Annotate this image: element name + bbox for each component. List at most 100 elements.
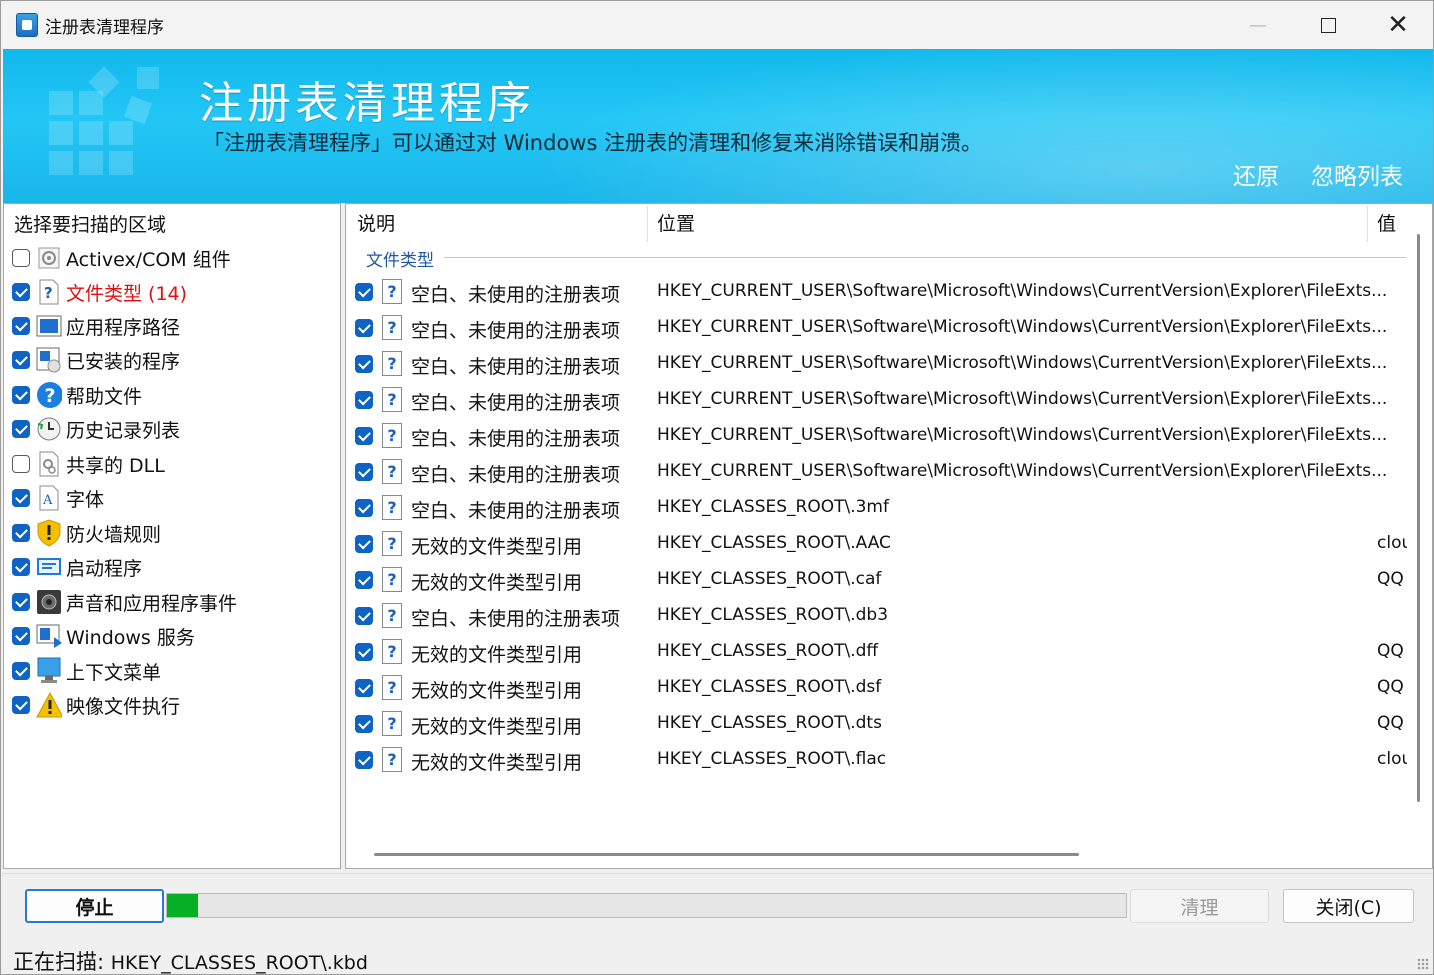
scan-area-firewall[interactable]: 防火墙规则 xyxy=(12,518,161,548)
checkbox[interactable] xyxy=(355,499,373,517)
checkbox[interactable] xyxy=(355,607,373,625)
scan-area-image-file-execution[interactable]: 映像文件执行 xyxy=(12,690,180,720)
scan-area-heading: 选择要扫描的区域 xyxy=(14,214,167,236)
table-row[interactable]: ? 空白、未使用的注册表项 HKEY_CURRENT_USER\Software… xyxy=(346,382,1416,418)
scan-area-startup[interactable]: 启动程序 xyxy=(12,552,142,582)
table-row[interactable]: ? 空白、未使用的注册表项 HKEY_CURRENT_USER\Software… xyxy=(346,310,1416,346)
column-divider[interactable] xyxy=(1367,206,1368,242)
checkbox[interactable] xyxy=(355,319,373,337)
maximize-button[interactable] xyxy=(1293,1,1363,49)
group-header[interactable]: 文件类型 xyxy=(366,246,434,271)
checkbox[interactable] xyxy=(12,662,30,680)
column-divider[interactable] xyxy=(647,206,648,242)
checkbox[interactable] xyxy=(12,455,30,473)
table-row[interactable]: ? 无效的文件类型引用 HKEY_CLASSES_ROOT\.AAC clou xyxy=(346,526,1416,562)
font-icon: A xyxy=(36,485,62,511)
checkbox[interactable] xyxy=(355,643,373,661)
table-row[interactable]: ? 无效的文件类型引用 HKEY_CLASSES_ROOT\.dts QQ xyxy=(346,706,1416,742)
row-location: HKEY_CURRENT_USER\Software\Microsoft\Win… xyxy=(657,389,1388,409)
minimize-button[interactable]: — xyxy=(1223,1,1293,49)
row-value: QQ xyxy=(1377,569,1404,589)
checkbox[interactable] xyxy=(355,427,373,445)
row-location: HKEY_CURRENT_USER\Software\Microsoft\Win… xyxy=(657,353,1388,373)
checkbox[interactable] xyxy=(355,571,373,589)
installed-programs-icon xyxy=(36,347,62,373)
scan-area-help-files[interactable]: ? 帮助文件 xyxy=(12,380,142,410)
table-row[interactable]: ? 空白、未使用的注册表项 HKEY_CLASSES_ROOT\.3mf xyxy=(346,490,1416,526)
column-header-location[interactable]: 位置 xyxy=(657,209,695,236)
scan-area-label: 字体 xyxy=(66,488,105,511)
scan-area-fonts[interactable]: A 字体 xyxy=(12,483,104,513)
scan-area-context-menu[interactable]: 上下文菜单 xyxy=(12,656,161,686)
checkbox[interactable] xyxy=(355,715,373,733)
group-divider xyxy=(444,257,1406,258)
scan-area-label: 防火墙规则 xyxy=(66,523,162,546)
checkbox[interactable] xyxy=(12,283,30,301)
checkbox[interactable] xyxy=(355,283,373,301)
checkbox[interactable] xyxy=(12,249,30,267)
horizontal-scrollbar[interactable] xyxy=(374,853,1079,856)
checkbox[interactable] xyxy=(12,696,30,714)
svg-text:?: ? xyxy=(45,385,56,407)
scan-area-windows-services[interactable]: Windows 服务 xyxy=(12,621,195,651)
file-type-icon: ? xyxy=(382,531,402,556)
checkbox[interactable] xyxy=(12,386,30,404)
scan-area-file-types[interactable]: ? 文件类型 (14) xyxy=(12,277,187,307)
row-location: HKEY_CURRENT_USER\Software\Microsoft\Win… xyxy=(657,317,1388,337)
app-path-icon xyxy=(36,313,62,339)
stop-button[interactable]: 停止 xyxy=(25,889,164,923)
close-window-button[interactable]: ✕ xyxy=(1363,1,1433,49)
checkbox[interactable] xyxy=(355,355,373,373)
restore-link[interactable]: 还原 xyxy=(1233,157,1279,191)
checkbox[interactable] xyxy=(355,391,373,409)
scan-area-label: Windows 服务 xyxy=(66,626,195,649)
ignore-list-link[interactable]: 忽略列表 xyxy=(1311,157,1403,191)
table-row[interactable]: ? 无效的文件类型引用 HKEY_CLASSES_ROOT\.caf QQ xyxy=(346,562,1416,598)
row-location: HKEY_CLASSES_ROOT\.flac xyxy=(657,749,887,769)
scan-area-activex[interactable]: Activex/COM 组件 xyxy=(12,243,231,273)
column-header-value[interactable]: 值 xyxy=(1377,209,1396,236)
scan-area-sound-events[interactable]: 声音和应用程序事件 xyxy=(12,587,237,617)
scan-area-label: 启动程序 xyxy=(66,557,143,580)
table-row[interactable]: ? 空白、未使用的注册表项 HKEY_CURRENT_USER\Software… xyxy=(346,418,1416,454)
scan-area-label: 共享的 DLL xyxy=(66,454,165,477)
checkbox[interactable] xyxy=(12,351,30,369)
scan-area-installed-programs[interactable]: 已安装的程序 xyxy=(12,345,180,375)
checkbox[interactable] xyxy=(355,463,373,481)
table-row[interactable]: ? 空白、未使用的注册表项 HKEY_CURRENT_USER\Software… xyxy=(346,274,1416,310)
checkbox[interactable] xyxy=(12,627,30,645)
column-header-description[interactable]: 说明 xyxy=(357,209,395,236)
progress-fill xyxy=(167,894,198,917)
checkbox[interactable] xyxy=(355,679,373,697)
table-row[interactable]: ? 空白、未使用的注册表项 HKEY_CURRENT_USER\Software… xyxy=(346,346,1416,382)
table-row[interactable]: ? 无效的文件类型引用 HKEY_CLASSES_ROOT\.flac clou xyxy=(346,742,1416,778)
clean-button[interactable]: 清理 xyxy=(1130,889,1269,923)
row-description: 无效的文件类型引用 xyxy=(411,752,583,774)
table-row[interactable]: ? 无效的文件类型引用 HKEY_CLASSES_ROOT\.dff QQ xyxy=(346,634,1416,670)
scan-area-app-paths[interactable]: 应用程序路径 xyxy=(12,311,180,341)
table-row[interactable]: ? 空白、未使用的注册表项 HKEY_CURRENT_USER\Software… xyxy=(346,454,1416,490)
checkbox[interactable] xyxy=(12,420,30,438)
scan-area-label: 应用程序路径 xyxy=(66,316,181,339)
row-location: HKEY_CLASSES_ROOT\.caf xyxy=(657,569,882,589)
table-row[interactable]: ? 空白、未使用的注册表项 HKEY_CLASSES_ROOT\.db3 xyxy=(346,598,1416,634)
checkbox[interactable] xyxy=(12,489,30,507)
close-button[interactable]: 关闭(C) xyxy=(1283,889,1414,923)
row-description: 空白、未使用的注册表项 xyxy=(411,500,621,522)
checkbox[interactable] xyxy=(355,535,373,553)
row-value: clou xyxy=(1377,749,1407,769)
header-banner: 注册表清理程序 「注册表清理程序」可以通过对 Windows 注册表的清理和修复… xyxy=(3,49,1433,203)
table-row[interactable]: ? 无效的文件类型引用 HKEY_CLASSES_ROOT\.dsf QQ xyxy=(346,670,1416,706)
scan-area-history[interactable]: 历史记录列表 xyxy=(12,414,180,444)
resize-grip-icon[interactable] xyxy=(1417,958,1429,970)
checkbox[interactable] xyxy=(12,317,30,335)
checkbox[interactable] xyxy=(12,524,30,542)
scan-area-label: 历史记录列表 xyxy=(66,419,181,442)
vertical-scrollbar[interactable] xyxy=(1417,234,1420,802)
checkbox[interactable] xyxy=(12,558,30,576)
checkbox[interactable] xyxy=(12,593,30,611)
row-location: HKEY_CURRENT_USER\Software\Microsoft\Win… xyxy=(657,425,1388,445)
scan-area-shared-dll[interactable]: 共享的 DLL xyxy=(12,449,165,479)
checkbox[interactable] xyxy=(355,751,373,769)
footer-divider xyxy=(3,873,1433,874)
